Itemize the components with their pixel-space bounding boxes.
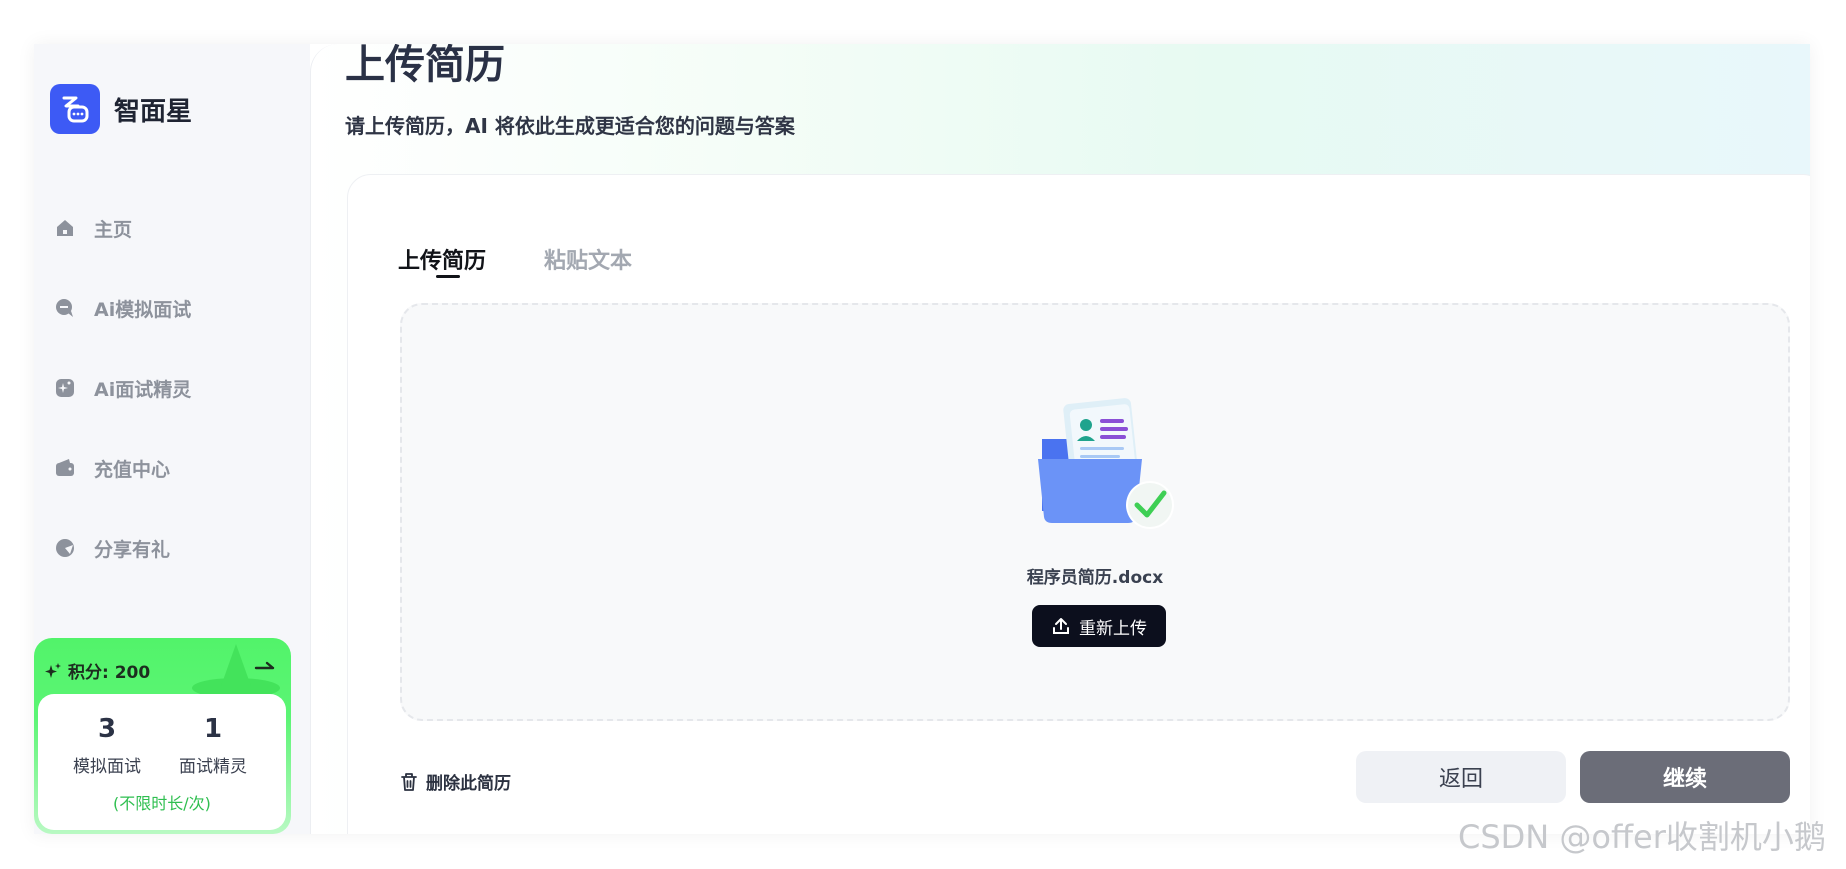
tab-active-indicator [436,275,460,278]
stat-label: 模拟面试 [73,757,141,777]
upload-icon [1051,616,1071,636]
page-title: 上传简历 [345,44,505,88]
points-note: (不限时长/次) [113,794,211,813]
brand-name: 智面星 [114,96,193,127]
stat-value: 3 [97,714,117,744]
sparkle-icon [45,662,61,678]
sidebar-item-home[interactable]: 主页 [54,208,132,248]
sidebar-item-recharge[interactable]: 充值中心 [54,448,170,488]
main-content: 上传简历 请上传简历，AI 将依此生成更适合您的问题与答案 上传简历 粘贴文本 [310,44,1810,834]
continue-button[interactable]: 继续 [1580,751,1790,803]
stat-mock-interview: 3 模拟面试 [52,714,162,777]
watermark: CSDN @offer收割机小鹅 [1458,818,1826,856]
sidebar-item-label: 主页 [94,218,133,241]
sidebar: 智面星 主页 Ai模拟面试 Ai面试精灵 充值中心 分享有礼 积分: 200 3… [34,44,310,834]
delete-resume-button[interactable]: 删除此简历 [400,769,511,794]
tab-upload-resume[interactable]: 上传简历 [398,243,486,275]
sidebar-item-share-reward[interactable]: 分享有礼 [54,528,170,568]
trash-icon [401,772,417,791]
speech-bubble-logo-icon [50,84,100,134]
page-subtitle: 请上传简历，AI 将依此生成更适合您的问题与答案 [345,114,795,138]
arrow-right-icon[interactable] [253,656,277,680]
sidebar-item-label: Ai模拟面试 [94,298,192,321]
points-balance: 积分: 200 [68,663,151,683]
delete-resume-label: 删除此简历 [426,774,511,794]
wallet-icon [54,457,76,479]
sidebar-item-label: 分享有礼 [94,538,171,561]
sparkle-icon [54,377,76,399]
sidebar-item-ai-mock-interview[interactable]: Ai模拟面试 [54,288,191,328]
points-stats: 3 模拟面试 1 面试精灵 (不限时长/次) [38,694,286,830]
sidebar-item-label: Ai面试精灵 [94,378,192,401]
sidebar-item-ai-interview-assistant[interactable]: Ai面试精灵 [54,368,191,408]
tab-paste-text[interactable]: 粘贴文本 [544,243,632,275]
upload-dropzone[interactable]: 程序员简历.docx 重新上传 [400,303,1790,721]
brand[interactable]: 智面星 [50,84,192,134]
resume-folder-icon [1038,398,1174,529]
sidebar-item-label: 充值中心 [94,458,171,481]
points-header: 积分: 200 [44,658,150,683]
reupload-button[interactable]: 重新上传 [1032,605,1166,647]
stat-interview-assistant: 1 面试精灵 [158,714,268,777]
home-icon [54,217,76,239]
share-icon [54,537,76,559]
back-button[interactable]: 返回 [1356,751,1566,803]
chat-bubble-icon [54,297,76,319]
points-card[interactable]: 积分: 200 3 模拟面试 1 面试精灵 (不限时长/次) [34,638,291,834]
upload-card: 上传简历 粘贴文本 程序员简历.docx 重新上传 删除此简历 返回 继续 [347,174,1810,834]
uploaded-file-name: 程序员简历.docx [1026,568,1164,588]
reupload-label: 重新上传 [1079,618,1147,639]
app-window: 智面星 主页 Ai模拟面试 Ai面试精灵 充值中心 分享有礼 积分: 200 3… [34,44,1810,834]
stat-label: 面试精灵 [179,757,247,777]
stat-value: 1 [203,714,223,744]
